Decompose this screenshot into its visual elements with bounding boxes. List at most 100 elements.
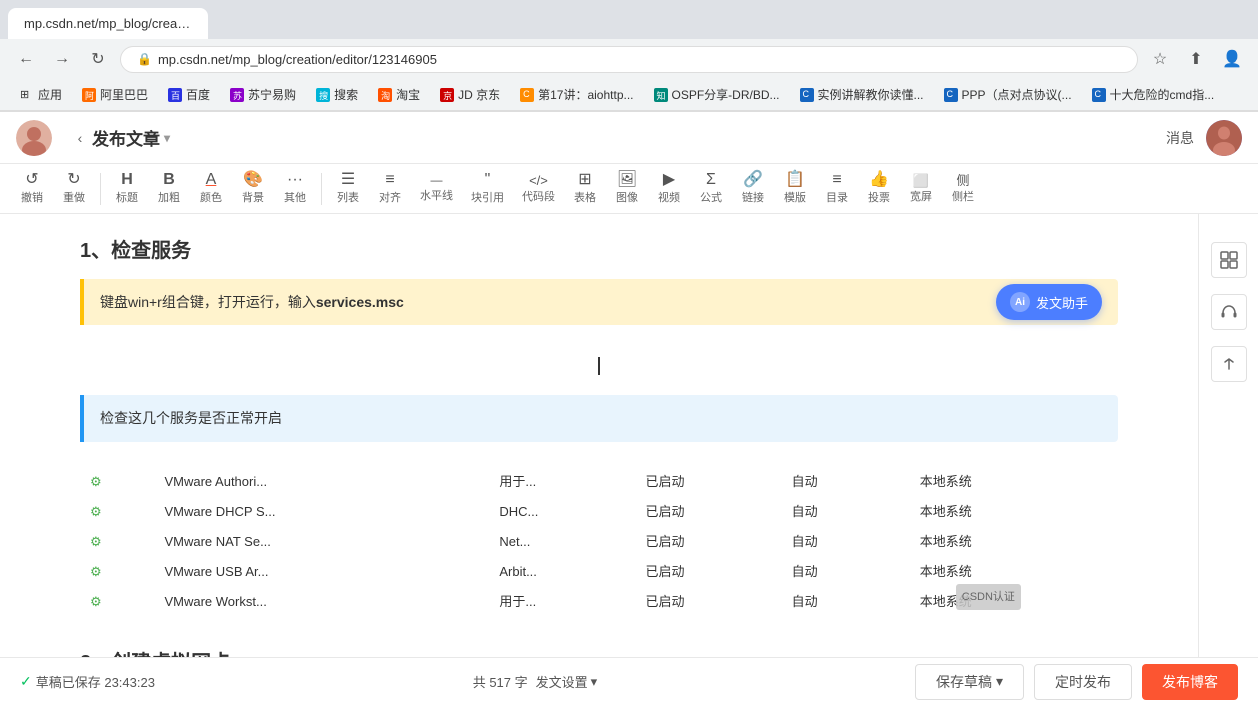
bookmark-ospf[interactable]: 知 OSPF分享-DR/BD... bbox=[646, 83, 788, 106]
browser-tab-bar: mp.csdn.net/mp_blog/creation/editor/1231… bbox=[0, 0, 1258, 39]
bookmark-apps[interactable]: ⊞ 应用 bbox=[12, 83, 70, 106]
browser-nav: ← → ↻ 🔒 mp.csdn.net/mp_blog/creation/edi… bbox=[0, 39, 1258, 79]
svc-desc: Arbit... bbox=[491, 558, 635, 586]
dropdown-arrow-icon: ▾ bbox=[164, 131, 170, 145]
svc-account: 本地系统 bbox=[896, 468, 1116, 496]
template-icon: 📋 bbox=[785, 172, 805, 188]
svc-icon-cell: ⚙ bbox=[82, 468, 154, 496]
callout1-text: 键盘win+r组合键，打开运行，输入services.msc bbox=[100, 294, 404, 310]
bookmark-cmd[interactable]: C 十大危险的cmd指... bbox=[1084, 83, 1223, 106]
bookmark-17th[interactable]: C 第17讲：aiohttp... bbox=[512, 83, 641, 106]
toolbar-bg[interactable]: 🎨 背景 bbox=[233, 168, 273, 209]
publish-settings-arrow: ▾ bbox=[591, 674, 598, 690]
editor-main[interactable]: Ai 发文助手 1、检查服务 键盘win+r组合键，打开运行，输入service… bbox=[0, 214, 1198, 657]
table-icon: ⊞ bbox=[578, 172, 591, 188]
svc-status: 已启动 bbox=[637, 468, 781, 496]
toolbar-hrule[interactable]: — 水平线 bbox=[412, 170, 461, 207]
bookmark-label: 应用 bbox=[38, 86, 62, 103]
svc-icon-cell: ⚙ bbox=[82, 558, 154, 586]
address-bar[interactable]: 🔒 mp.csdn.net/mp_blog/creation/editor/12… bbox=[120, 46, 1138, 73]
publish-settings-button[interactable]: 发文设置 ▾ bbox=[536, 672, 598, 691]
sidebar-label: 侧栏 bbox=[952, 188, 974, 204]
message-button[interactable]: 消息 bbox=[1166, 128, 1194, 148]
toolbar-toc[interactable]: ≡ 目录 bbox=[817, 168, 857, 209]
app-header: ‹ 发布文章 ▾ 消息 bbox=[0, 112, 1258, 164]
toolbar-list[interactable]: ☰ 列表 bbox=[328, 168, 368, 209]
video-label: 视频 bbox=[658, 189, 680, 205]
toolbar-bold[interactable]: B 加粗 bbox=[149, 168, 189, 209]
toolbar-video[interactable]: ▶ 视频 bbox=[649, 168, 689, 209]
toolbar-color[interactable]: A 颜色 bbox=[191, 168, 231, 209]
bookmark-suning[interactable]: 苏 苏宁易购 bbox=[222, 83, 304, 106]
browser-tab-active[interactable]: mp.csdn.net/mp_blog/creation/editor/1231… bbox=[8, 8, 208, 39]
bottom-left: ✓ 草稿已保存 23:43:23 bbox=[20, 672, 155, 691]
cursor-area[interactable] bbox=[80, 337, 1118, 395]
toolbar-quote[interactable]: " 块引用 bbox=[463, 168, 512, 209]
svc-startup: 自动 bbox=[784, 588, 894, 616]
toolbar-table[interactable]: ⊞ 表格 bbox=[565, 168, 605, 209]
section1-heading: 1、检查服务 bbox=[80, 234, 1118, 263]
services-section: ⚙ VMware Authori... 用于... 已启动 自动 本地系统 ⚙ … bbox=[80, 454, 1118, 626]
bold-label: 加粗 bbox=[158, 189, 180, 205]
toolbar-sidebar[interactable]: 侧 侧栏 bbox=[943, 170, 983, 208]
back-button[interactable]: ← bbox=[12, 45, 40, 73]
scroll-to-top-button[interactable] bbox=[1211, 346, 1247, 382]
bookmark-taobao[interactable]: 淘 淘宝 bbox=[370, 83, 428, 106]
toolbar-other[interactable]: ··· 其他 bbox=[275, 168, 315, 209]
toolbar-formula[interactable]: Σ 公式 bbox=[691, 168, 731, 209]
bookmark-example[interactable]: C 实例讲解教你读懂... bbox=[792, 83, 932, 106]
toolbar-redo[interactable]: ↻ 重做 bbox=[54, 168, 94, 209]
template-label: 模版 bbox=[784, 189, 806, 205]
user-avatar[interactable] bbox=[1206, 120, 1242, 156]
toolbar-align[interactable]: ≡ 对齐 bbox=[370, 168, 410, 209]
undo-label: 撤销 bbox=[21, 189, 43, 205]
callout-box-1: 键盘win+r组合键，打开运行，输入services.msc bbox=[80, 279, 1118, 325]
svc-desc: DHC... bbox=[491, 498, 635, 526]
baidu-icon: 百 bbox=[168, 88, 182, 102]
bookmark-label: 百度 bbox=[186, 86, 210, 103]
grid-view-button[interactable] bbox=[1211, 242, 1247, 278]
align-icon: ≡ bbox=[385, 172, 394, 188]
svc-desc: 用于... bbox=[491, 468, 635, 496]
svc-startup: 自动 bbox=[784, 558, 894, 586]
bookmark-alibaba[interactable]: 阿 阿里巴巴 bbox=[74, 83, 156, 106]
text-cursor bbox=[598, 357, 600, 375]
toolbar-undo[interactable]: ↺ 撤销 bbox=[12, 168, 52, 209]
svc-account: 本地系统 bbox=[896, 558, 1116, 586]
code-icon: </> bbox=[529, 174, 548, 187]
apps-icon: ⊞ bbox=[20, 88, 34, 102]
bookmark-jd[interactable]: 京 JD 京东 bbox=[432, 83, 508, 106]
bookmark-star-button[interactable]: ☆ bbox=[1146, 45, 1174, 73]
csdn-editor-app: ‹ 发布文章 ▾ 消息 ↺ 撤销 ↻ 重做 H 标题 bbox=[0, 112, 1258, 705]
back-to-home-button[interactable]: ‹ bbox=[68, 126, 92, 150]
share-button[interactable]: ⬆ bbox=[1182, 45, 1210, 73]
publish-button[interactable]: 发布博客 bbox=[1142, 664, 1238, 700]
toolbar-widescreen[interactable]: ⬜ 宽屏 bbox=[901, 170, 941, 208]
bookmark-search[interactable]: 搜 搜索 bbox=[308, 83, 366, 106]
ai-assistant-button[interactable]: Ai 发文助手 bbox=[996, 284, 1102, 320]
editor-content: Ai 发文助手 1、检查服务 键盘win+r组合键，打开运行，输入service… bbox=[80, 234, 1118, 657]
timed-publish-button[interactable]: 定时发布 bbox=[1034, 664, 1132, 700]
image-label: 图像 bbox=[616, 189, 638, 205]
forward-button[interactable]: → bbox=[48, 45, 76, 73]
image-icon: 🖼 bbox=[617, 172, 637, 188]
taobao-icon: 淘 bbox=[378, 88, 392, 102]
toolbar-heading[interactable]: H 标题 bbox=[107, 168, 147, 209]
toolbar-code[interactable]: </> 代码段 bbox=[514, 170, 563, 208]
toolbar-link[interactable]: 🔗 链接 bbox=[733, 168, 773, 209]
headphone-button[interactable] bbox=[1211, 294, 1247, 330]
refresh-button[interactable]: ↻ bbox=[84, 45, 112, 73]
bookmark-label: PPP（点对点协议(... bbox=[962, 86, 1072, 103]
table-row: ⚙ VMware DHCP S... DHC... 已启动 自动 本地系统 bbox=[82, 498, 1116, 526]
toolbar-image[interactable]: 🖼 图像 bbox=[607, 168, 647, 209]
save-draft-button[interactable]: 保存草稿 ▾ bbox=[915, 664, 1024, 700]
other-icon: ··· bbox=[287, 172, 303, 188]
svc-account: 本地系统 CSDN认证 bbox=[896, 588, 1116, 616]
bookmark-ppp[interactable]: C PPP（点对点协议(... bbox=[936, 83, 1080, 106]
toolbar-vote[interactable]: 👍 投票 bbox=[859, 168, 899, 209]
publish-label: 发布博客 bbox=[1162, 674, 1218, 690]
bookmark-baidu[interactable]: 百 百度 bbox=[160, 83, 218, 106]
profile-button[interactable]: 👤 bbox=[1218, 45, 1246, 73]
toolbar-template[interactable]: 📋 模版 bbox=[775, 168, 815, 209]
publish-title[interactable]: 发布文章 ▾ bbox=[92, 125, 170, 150]
